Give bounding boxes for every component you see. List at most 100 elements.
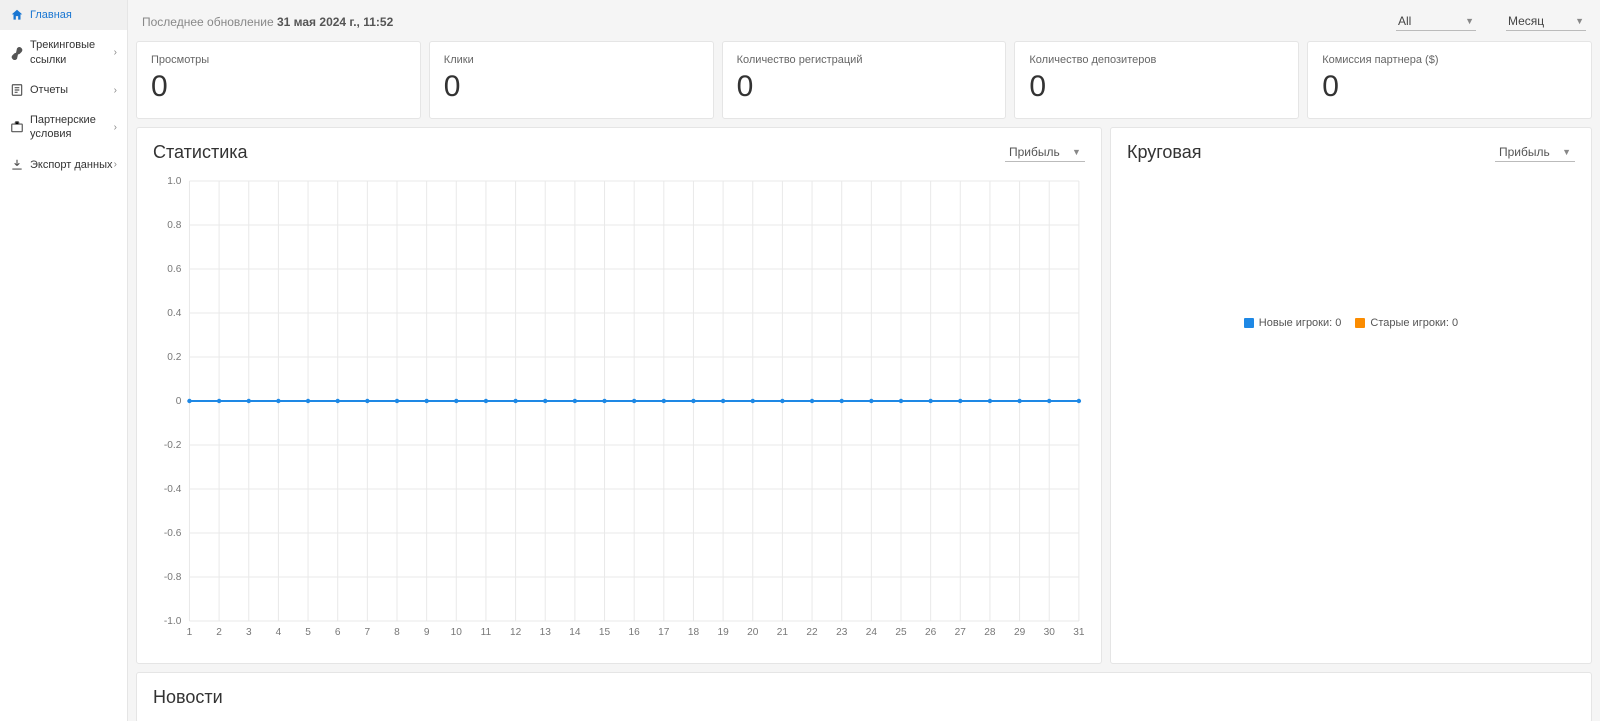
topbar-filters: All ▼ Месяц ▼	[1396, 12, 1586, 31]
update-prefix: Последнее обновление	[142, 15, 277, 29]
svg-text:19: 19	[717, 627, 729, 638]
svg-text:13: 13	[540, 627, 552, 638]
svg-text:25: 25	[895, 627, 907, 638]
svg-text:0.2: 0.2	[167, 352, 181, 363]
caret-down-icon: ▼	[1575, 16, 1584, 26]
svg-text:20: 20	[747, 627, 759, 638]
svg-text:14: 14	[569, 627, 581, 638]
home-icon	[10, 8, 24, 22]
stats-row: Просмотры 0 Клики 0 Количество регистрац…	[136, 41, 1592, 119]
sidebar-item-label: Трекинговые ссылки	[30, 38, 114, 67]
panel-header: Статистика Прибыль ▼	[153, 142, 1085, 163]
sidebar-item-label: Экспорт данных	[30, 158, 114, 172]
svg-text:11: 11	[481, 627, 492, 638]
sidebar-item-label: Отчеты	[30, 83, 114, 97]
panel-news: Новости	[136, 672, 1592, 721]
panel-title: Статистика	[153, 142, 248, 163]
stats-metric-select[interactable]: Прибыль ▼	[1005, 143, 1085, 162]
pie-legend: Новые игроки: 0 Старые игроки: 0	[1127, 173, 1575, 473]
caret-down-icon: ▼	[1562, 147, 1571, 157]
svg-text:0.4: 0.4	[167, 308, 181, 319]
svg-text:8: 8	[394, 627, 400, 638]
line-chart-wrap: -1.0-0.8-0.6-0.4-0.200.20.40.60.81.01234…	[153, 173, 1085, 643]
svg-text:-0.8: -0.8	[164, 572, 182, 583]
legend-swatch	[1355, 318, 1365, 328]
svg-text:28: 28	[984, 627, 996, 638]
svg-text:6: 6	[335, 627, 341, 638]
stat-card-clicks[interactable]: Клики 0	[429, 41, 714, 119]
update-value: 31 мая 2024 г., 11:52	[277, 15, 393, 29]
stat-card-commission[interactable]: Комиссия партнера ($) 0	[1307, 41, 1592, 119]
svg-text:18: 18	[688, 627, 700, 638]
stat-value: 0	[1029, 72, 1284, 102]
svg-text:3: 3	[246, 627, 252, 638]
svg-text:27: 27	[955, 627, 967, 638]
svg-text:1.0: 1.0	[167, 176, 181, 187]
svg-text:29: 29	[1014, 627, 1026, 638]
svg-text:17: 17	[658, 627, 670, 638]
sidebar-item-home[interactable]: Главная	[0, 0, 127, 30]
svg-text:22: 22	[806, 627, 818, 638]
svg-text:2: 2	[216, 627, 222, 638]
panels-row: Статистика Прибыль ▼ -1.0-0.8-0.6-0.4-0.…	[136, 127, 1592, 664]
stat-title: Количество депозитеров	[1029, 54, 1284, 66]
stat-value: 0	[737, 72, 992, 102]
sidebar-item-reports[interactable]: Отчеты ›	[0, 75, 127, 105]
pie-metric-select[interactable]: Прибыль ▼	[1495, 143, 1575, 162]
stat-card-depositors[interactable]: Количество депозитеров 0	[1014, 41, 1299, 119]
svg-text:-0.2: -0.2	[164, 440, 182, 451]
sidebar-item-export-data[interactable]: Экспорт данных ›	[0, 150, 127, 180]
sidebar-item-label: Партнерские условия	[30, 113, 114, 142]
svg-text:31: 31	[1073, 627, 1085, 638]
legend-item-new-players: Новые игроки: 0	[1244, 317, 1342, 329]
legend-label: Старые игроки: 0	[1370, 317, 1458, 329]
topbar: Последнее обновление 31 мая 2024 г., 11:…	[136, 8, 1592, 41]
svg-text:9: 9	[424, 627, 430, 638]
news-title: Новости	[153, 687, 1575, 708]
link-icon	[10, 46, 24, 60]
filter-select-all[interactable]: All ▼	[1396, 12, 1476, 31]
sidebar-item-partner-terms[interactable]: Партнерские условия ›	[0, 105, 127, 150]
svg-text:5: 5	[305, 627, 311, 638]
caret-down-icon: ▼	[1465, 16, 1474, 26]
svg-text:26: 26	[925, 627, 937, 638]
stat-title: Клики	[444, 54, 699, 66]
stat-card-views[interactable]: Просмотры 0	[136, 41, 421, 119]
stat-title: Количество регистраций	[737, 54, 992, 66]
stats-metric-value: Прибыль	[1009, 145, 1060, 159]
svg-text:15: 15	[599, 627, 611, 638]
stat-title: Комиссия партнера ($)	[1322, 54, 1577, 66]
line-chart: -1.0-0.8-0.6-0.4-0.200.20.40.60.81.01234…	[153, 173, 1085, 643]
stat-value: 0	[1322, 72, 1577, 102]
svg-text:0.8: 0.8	[167, 220, 181, 231]
svg-text:7: 7	[365, 627, 371, 638]
stat-value: 0	[151, 72, 406, 102]
chevron-right-icon: ›	[114, 85, 117, 96]
svg-text:12: 12	[510, 627, 522, 638]
svg-text:16: 16	[629, 627, 641, 638]
svg-text:-0.4: -0.4	[164, 484, 182, 495]
last-update-label: Последнее обновление 31 мая 2024 г., 11:…	[142, 15, 393, 29]
panel-statistics: Статистика Прибыль ▼ -1.0-0.8-0.6-0.4-0.…	[136, 127, 1102, 664]
svg-text:30: 30	[1044, 627, 1056, 638]
sidebar-item-tracking-links[interactable]: Трекинговые ссылки ›	[0, 30, 127, 75]
filter-all-value: All	[1398, 14, 1411, 28]
svg-text:21: 21	[777, 627, 789, 638]
legend-label: Новые игроки: 0	[1259, 317, 1342, 329]
sidebar: Главная Трекинговые ссылки › Отчеты › Па…	[0, 0, 128, 721]
briefcase-icon	[10, 120, 24, 134]
download-icon	[10, 158, 24, 172]
svg-text:4: 4	[276, 627, 282, 638]
report-icon	[10, 83, 24, 97]
caret-down-icon: ▼	[1072, 147, 1081, 157]
filter-period-value: Месяц	[1508, 14, 1544, 28]
stat-card-registrations[interactable]: Количество регистраций 0	[722, 41, 1007, 119]
main-content: Последнее обновление 31 мая 2024 г., 11:…	[128, 0, 1600, 721]
filter-select-period[interactable]: Месяц ▼	[1506, 12, 1586, 31]
chevron-right-icon: ›	[114, 122, 117, 133]
svg-text:1: 1	[187, 627, 193, 638]
stat-title: Просмотры	[151, 54, 406, 66]
legend-swatch	[1244, 318, 1254, 328]
svg-text:10: 10	[451, 627, 463, 638]
svg-text:23: 23	[836, 627, 848, 638]
